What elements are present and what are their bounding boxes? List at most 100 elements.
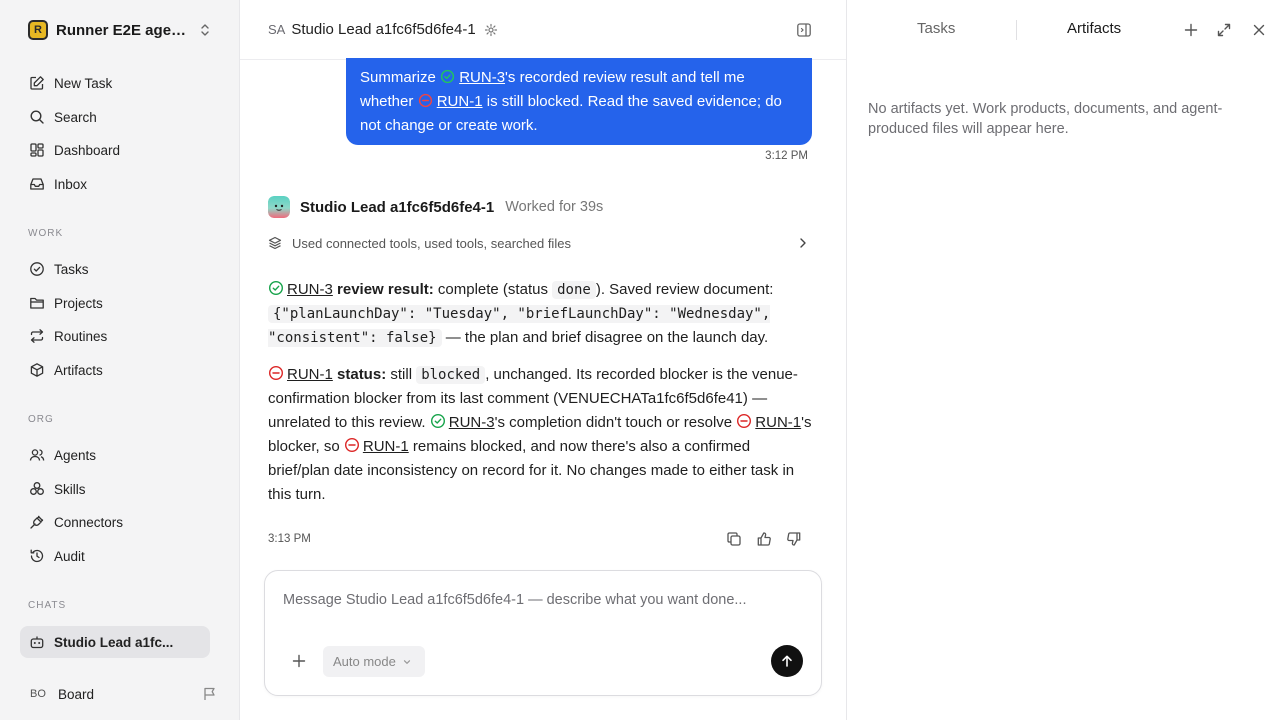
answer-paragraph: RUN-1 status: still blocked, unchanged. … <box>268 363 812 507</box>
section-label-work: WORK <box>28 228 64 239</box>
status-blocked-icon <box>268 365 284 381</box>
message-timestamp: 3:12 PM <box>765 150 808 162</box>
sidebar-item-label: Connectors <box>54 514 124 530</box>
sidebar-item-agents[interactable]: Agents <box>20 439 210 471</box>
status-done-icon <box>430 413 446 429</box>
task-link-run1[interactable]: RUN-1 <box>287 366 333 383</box>
gear-icon[interactable] <box>484 23 498 37</box>
sidebar-item-dashboard[interactable]: Dashboard <box>20 134 210 166</box>
task-link-run1[interactable]: RUN-1 <box>437 93 483 110</box>
plus-icon[interactable] <box>291 653 307 669</box>
plug-icon <box>28 513 46 531</box>
sidebar-item-new-task[interactable]: New Task <box>20 67 210 99</box>
sidebar-item-inbox[interactable]: Inbox <box>20 168 210 200</box>
history-icon <box>28 547 46 565</box>
message-actions <box>726 531 802 547</box>
panel-tabs: Tasks Artifacts <box>847 0 1280 60</box>
cube-icon <box>28 361 46 379</box>
task-link-run1[interactable]: RUN-1 <box>363 438 409 455</box>
mode-label: Auto mode <box>333 654 396 669</box>
sidebar-item-label: Routines <box>54 328 108 344</box>
sidebar-item-label: Artifacts <box>54 362 103 378</box>
task-link-run3[interactable]: RUN-3 <box>449 414 495 431</box>
section-label-chats: CHATS <box>28 600 67 611</box>
message-composer[interactable]: Message Studio Lead a1fc6f5d6fe4-1 — des… <box>264 570 822 696</box>
layers-icon <box>268 236 282 250</box>
expand-icon[interactable] <box>1216 22 1232 38</box>
answer-text: — the plan and brief disagree on the lau… <box>441 329 769 346</box>
user-name: Board <box>58 686 95 702</box>
answer-paragraph: RUN-3 review result: complete (status do… <box>268 278 812 350</box>
artifacts-empty-state: No artifacts yet. Work products, documen… <box>868 101 1223 137</box>
dashboard-icon <box>28 141 46 159</box>
sidebar-item-label: Projects <box>54 295 103 311</box>
sidebar-item-search[interactable]: Search <box>20 101 210 133</box>
tab-artifacts[interactable]: Artifacts <box>1067 20 1121 37</box>
message-input[interactable]: Message Studio Lead a1fc6f5d6fe4-1 — des… <box>283 592 747 608</box>
section-label-org: ORG <box>28 414 54 425</box>
chat-header: SA Studio Lead a1fc6f5d6fe4-1 <box>240 0 846 60</box>
inline-code: blocked <box>416 366 486 384</box>
sidebar-item-label: Search <box>54 109 97 125</box>
status-blocked-icon <box>418 93 433 108</box>
status-done-icon <box>268 280 284 296</box>
agent-message-body: RUN-3 review result: complete (status do… <box>268 278 812 520</box>
sidebar-item-audit[interactable]: Audit <box>20 540 210 572</box>
edit-icon <box>28 74 46 92</box>
avatar: BO <box>30 688 46 700</box>
sidebar-item-label: Studio Lead a1fc... <box>54 634 174 650</box>
workspace-switcher[interactable]: R Runner E2E agen... <box>20 14 220 46</box>
sidebar-item-label: Agents <box>54 447 97 463</box>
task-link-run3[interactable]: RUN-3 <box>287 281 333 298</box>
sidebar-item-label: Dashboard <box>54 142 121 158</box>
close-icon[interactable] <box>1251 22 1267 38</box>
plus-icon[interactable] <box>1183 22 1199 38</box>
sidebar: R Runner E2E agen... New Task Search Das… <box>0 0 240 720</box>
sidebar-item-label: New Task <box>54 75 113 91</box>
tab-tasks[interactable]: Tasks <box>917 20 955 37</box>
sidebar-item-label: Inbox <box>54 176 88 192</box>
answer-text: ). Saved review document: <box>595 281 774 298</box>
repeat-icon <box>28 327 46 345</box>
answer-text: complete (status <box>433 281 553 298</box>
message-text: Summarize <box>360 69 441 86</box>
toggle-panel-icon[interactable] <box>796 22 812 38</box>
sidebar-item-tasks[interactable]: Tasks <box>20 253 210 285</box>
message-timestamp: 3:13 PM <box>268 533 311 545</box>
check-circle-icon <box>28 260 46 278</box>
sidebar-item-artifacts[interactable]: Artifacts <box>20 354 210 386</box>
users-icon <box>28 446 46 464</box>
agent-avatar-initials: SA <box>268 22 286 37</box>
user-menu[interactable]: BO Board <box>20 678 220 710</box>
thumbs-up-icon[interactable] <box>756 531 772 547</box>
task-link-run1[interactable]: RUN-1 <box>755 414 801 431</box>
inline-code: done <box>552 281 596 299</box>
thumbs-down-icon[interactable] <box>786 531 802 547</box>
tool-usage-summary[interactable]: Used connected tools, used tools, search… <box>268 234 812 252</box>
workspace-logo: R <box>28 20 48 40</box>
folder-icon <box>28 294 46 312</box>
task-link-run3[interactable]: RUN-3 <box>459 69 505 86</box>
sidebar-item-projects[interactable]: Projects <box>20 287 210 319</box>
mode-select[interactable]: Auto mode <box>323 646 425 677</box>
copy-icon[interactable] <box>726 531 742 547</box>
sidebar-item-skills[interactable]: Skills <box>20 473 210 505</box>
user-message-bubble: Summarize RUN-3's recorded review result… <box>346 58 812 145</box>
tab-divider <box>1016 20 1017 40</box>
sidebar-item-label: Audit <box>54 548 85 564</box>
bold-text: status: <box>332 366 387 383</box>
status-blocked-icon <box>736 413 752 429</box>
right-panel: Tasks Artifacts No artifacts yet. Work p… <box>846 0 1280 720</box>
sidebar-item-connectors[interactable]: Connectors <box>20 506 210 538</box>
answer-text: still <box>386 366 417 383</box>
search-icon <box>28 108 46 126</box>
sidebar-chat-item[interactable]: Studio Lead a1fc... <box>20 626 210 658</box>
sidebar-item-label: Skills <box>54 481 86 497</box>
send-button[interactable] <box>771 645 803 677</box>
sidebar-item-routines[interactable]: Routines <box>20 320 210 352</box>
flag-icon[interactable] <box>202 686 218 702</box>
page-title: Studio Lead a1fc6f5d6fe4-1 <box>291 21 476 38</box>
workspace-name: Runner E2E agen... <box>56 21 191 39</box>
bot-icon <box>28 633 46 651</box>
status-blocked-icon <box>344 437 360 453</box>
